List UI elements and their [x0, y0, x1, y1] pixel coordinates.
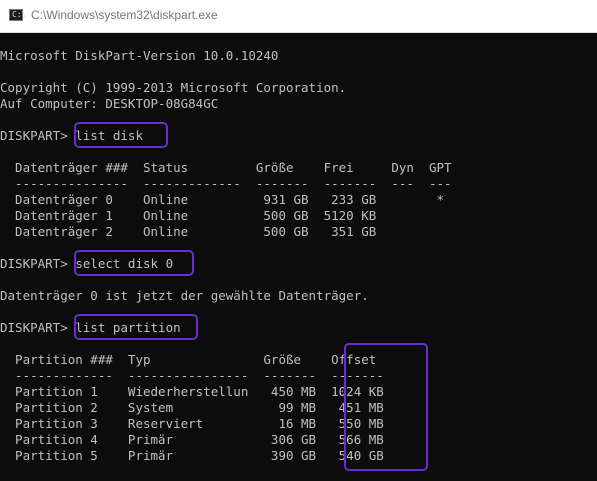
- disk-table-row: Datenträger 0 Online 931 GB 233 GB *: [0, 192, 445, 207]
- title-bar[interactable]: C:\ C:\Windows\system32\diskpart.exe: [0, 0, 597, 33]
- command-highlight-list-partition: [74, 314, 198, 340]
- command-highlight-list-disk: [74, 122, 168, 148]
- partition-table-row: Partition 4 Primär 306 GB 566 MB: [0, 432, 384, 447]
- disk-table-row: Datenträger 1 Online 500 GB 5120 KB: [0, 208, 377, 223]
- select-result-line: Datenträger 0 ist jetzt der gewählte Dat…: [0, 288, 369, 303]
- disk-table-row: Datenträger 2 Online 500 GB 351 GB: [0, 224, 377, 239]
- partition-table-row: Partition 5 Primär 390 GB 540 GB: [0, 448, 384, 463]
- console-output[interactable]: Microsoft DiskPart-Version 10.0.10240 Co…: [0, 32, 597, 481]
- partition-table-separator: ------------- ---------------- ------- -…: [0, 368, 384, 383]
- computer-line: Auf Computer: DESKTOP-08G84GC: [0, 96, 219, 111]
- disk-table-separator: --------------- ------------- ------- --…: [0, 176, 452, 191]
- partition-table-row: Partition 1 Wiederherstellun 450 MB 1024…: [0, 384, 384, 399]
- version-line: Microsoft DiskPart-Version 10.0.10240: [0, 48, 279, 63]
- disk-table-header: Datenträger ### Status Größe Frei Dyn GP…: [0, 160, 452, 175]
- partition-table-row: Partition 2 System 99 MB 451 MB: [0, 400, 384, 415]
- console-app-icon: C:\: [9, 9, 26, 21]
- partition-table-header: Partition ### Typ Größe Offset: [0, 352, 377, 367]
- command-highlight-select-disk: [74, 250, 194, 276]
- partition-table-row: Partition 3 Reserviert 16 MB 550 MB: [0, 416, 384, 431]
- offset-column-highlight: [344, 343, 428, 471]
- window-title: C:\Windows\system32\diskpart.exe: [31, 8, 218, 22]
- copyright-line: Copyright (C) 1999-2013 Microsoft Corpor…: [0, 80, 347, 95]
- diskpart-window: C:\ C:\Windows\system32\diskpart.exe Mic…: [0, 0, 597, 481]
